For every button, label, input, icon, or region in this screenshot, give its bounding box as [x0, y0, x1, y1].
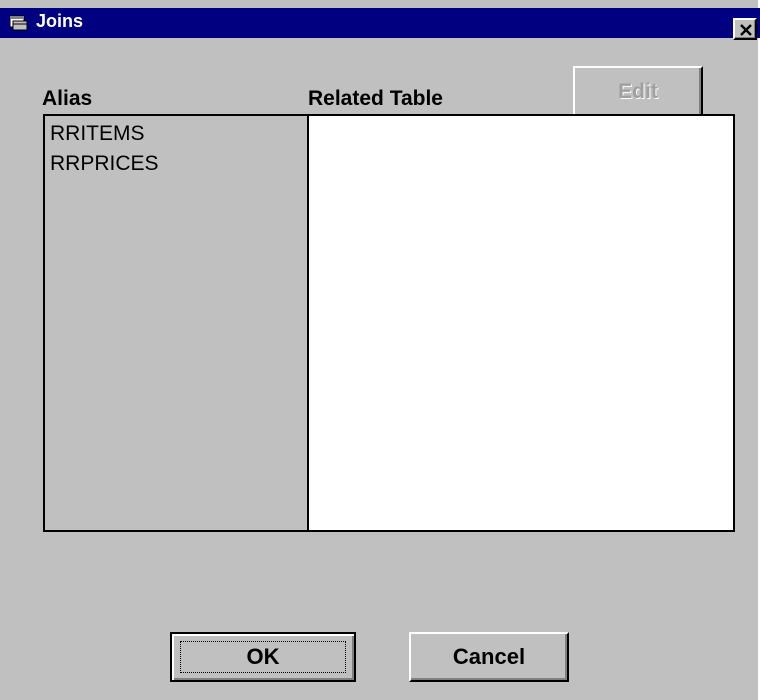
cancel-button[interactable]: Cancel — [409, 632, 569, 682]
title-bar[interactable]: Joins — [0, 8, 760, 40]
joins-grid: RRITEMS RRPRICES — [43, 114, 735, 532]
related-table-column[interactable] — [311, 116, 733, 530]
list-item[interactable]: RRITEMS — [45, 119, 307, 149]
edit-button[interactable]: Edit — [573, 66, 703, 114]
related-table-column-header: Related Table — [308, 87, 443, 110]
ok-label: OK — [246, 644, 280, 669]
ok-button[interactable]: OK — [170, 632, 356, 682]
list-item[interactable]: RRPRICES — [45, 149, 307, 179]
close-icon — [740, 24, 752, 36]
alias-column: RRITEMS RRPRICES — [45, 116, 309, 530]
joins-dialog: Joins Alias Related Table Edit RRITEMS R… — [0, 0, 760, 700]
close-button[interactable] — [733, 18, 757, 40]
alias-list: RRITEMS RRPRICES — [45, 116, 307, 179]
window-title: Joins — [36, 11, 84, 31]
alias-column-header: Alias — [42, 87, 93, 110]
table-icon — [9, 15, 28, 31]
